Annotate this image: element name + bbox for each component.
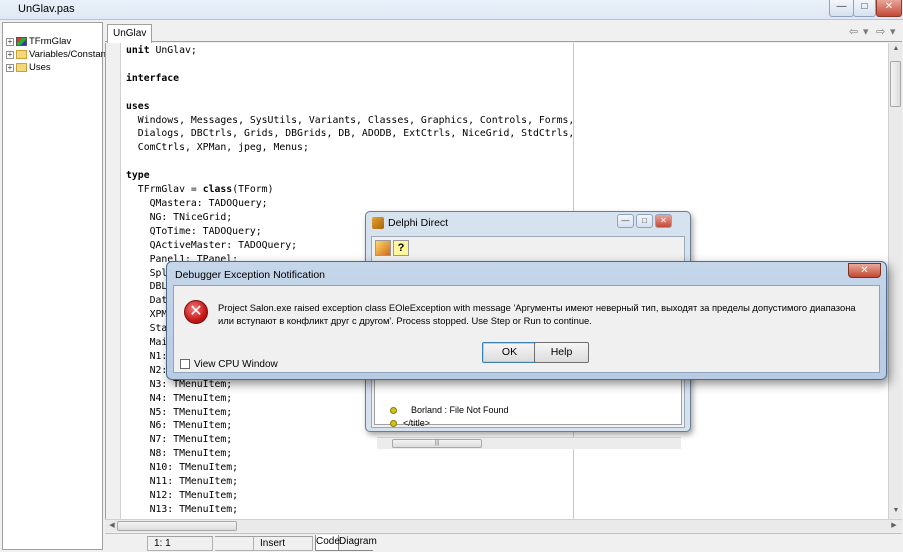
code-explorer-panel[interactable]: + TFrmGlav + Variables/Constants + Uses xyxy=(2,22,113,550)
status-spacer xyxy=(215,536,257,551)
dropdown-icon[interactable]: ▾ xyxy=(890,25,896,38)
back-arrow-icon[interactable]: ⇦ xyxy=(849,25,858,38)
form-icon xyxy=(16,37,27,46)
code-line[interactable]: Dialogs, DBCtrls, Grids, DBGrids, DB, AD… xyxy=(126,127,574,141)
maximize-button[interactable]: □ xyxy=(853,0,876,17)
dd-close-button[interactable]: ✕ xyxy=(655,214,672,228)
dd-maximize-button[interactable]: □ xyxy=(636,214,653,228)
list-item[interactable]: Borland : File Not Found xyxy=(390,405,509,415)
code-line[interactable]: N12: TMenuItem; xyxy=(126,489,574,503)
status-dot-icon xyxy=(390,407,397,415)
close-button[interactable]: ✕ xyxy=(876,0,902,17)
tree-item-label: Uses xyxy=(29,62,51,73)
refresh-icon[interactable] xyxy=(375,240,391,256)
view-cpu-window-checkbox[interactable]: View CPU Window xyxy=(180,359,278,370)
code-line[interactable]: TFrmGlav = class(TForm) xyxy=(126,183,574,197)
code-line[interactable]: N10: TMenuItem; xyxy=(126,461,574,475)
minimize-icon: — xyxy=(836,1,847,12)
editor-tabstrip: UnGlav ⇦ ▾ ⇨ ▾ xyxy=(105,22,902,43)
ok-button[interactable]: OK xyxy=(482,342,537,363)
window-title: UnGlav.pas xyxy=(18,3,75,15)
list-item-text: Borland : File Not Found xyxy=(411,405,509,415)
code-line[interactable]: Windows, Messages, SysUtils, Variants, C… xyxy=(126,114,574,128)
folder-icon xyxy=(16,63,27,72)
tree-item-label: Variables/Constants xyxy=(29,49,114,60)
folder-icon xyxy=(16,50,27,59)
help-icon[interactable]: ? xyxy=(393,240,409,256)
tab-code[interactable]: Code xyxy=(315,535,340,551)
cursor-position: 1: 1 xyxy=(147,536,213,551)
exception-message: Project Salon.exe raised exception class… xyxy=(218,302,856,326)
checkbox-box[interactable] xyxy=(180,359,190,370)
close-icon: ✕ xyxy=(884,1,894,12)
code-line[interactable]: ComCtrls, XPMan, jpeg, Menus; xyxy=(126,141,574,155)
tree-item-uses[interactable]: + Uses xyxy=(6,62,51,75)
scroll-down-icon[interactable]: ▼ xyxy=(889,507,903,514)
code-line[interactable]: uses xyxy=(126,100,574,114)
help-button[interactable]: Help xyxy=(534,342,589,363)
code-line[interactable] xyxy=(126,155,574,169)
dd-scroll-thumb[interactable]: ||| xyxy=(392,439,482,448)
minimize-button[interactable]: — xyxy=(829,0,854,17)
exception-dialog[interactable]: Debugger Exception Notification ✕ ✕ Proj… xyxy=(166,261,887,380)
code-line[interactable]: interface xyxy=(126,72,574,86)
dialog-title: Debugger Exception Notification xyxy=(175,269,326,281)
scroll-up-icon[interactable]: ▲ xyxy=(889,45,903,52)
delphi-direct-icon xyxy=(372,217,384,229)
tab-diagram[interactable]: Diagram xyxy=(339,535,377,551)
dialog-close-button[interactable]: ✕ xyxy=(848,263,881,278)
dialog-body: ✕ Project Salon.exe raised exception cla… xyxy=(173,285,880,373)
expand-icon[interactable]: + xyxy=(6,37,14,46)
code-line[interactable] xyxy=(126,86,574,100)
insert-mode: Insert xyxy=(253,536,313,551)
error-icon: ✕ xyxy=(184,300,208,324)
checkbox-label: View CPU Window xyxy=(194,359,278,370)
tree-item-variables-constants[interactable]: + Variables/Constants xyxy=(6,49,113,62)
vertical-scroll-thumb[interactable] xyxy=(890,61,901,107)
code-line[interactable]: type xyxy=(126,169,574,183)
scroll-right-icon[interactable]: ▶ xyxy=(887,521,901,529)
vertical-scrollbar[interactable]: ▲ ▼ xyxy=(888,43,902,519)
dd-minimize-button[interactable]: — xyxy=(617,214,634,228)
dropdown-icon[interactable]: ▾ xyxy=(863,25,869,38)
horizontal-scrollbar[interactable]: ◀ ▶ xyxy=(105,519,902,532)
horizontal-scroll-thumb[interactable] xyxy=(117,521,237,531)
expand-icon[interactable]: + xyxy=(6,50,14,59)
editor-gutter[interactable] xyxy=(106,43,121,519)
dd-horizontal-scrollbar[interactable]: ||| xyxy=(377,437,681,449)
delphi-direct-title: Delphi Direct xyxy=(388,217,449,229)
maximize-icon: □ xyxy=(861,1,868,12)
code-line[interactable]: QMastera: TADOQuery; xyxy=(126,197,574,211)
tab-unglav[interactable]: UnGlav xyxy=(107,24,153,43)
status-dot-icon xyxy=(390,420,397,428)
window-titlebar[interactable]: UnGlav.pas — □ ✕ xyxy=(0,0,903,20)
tree-item-label: TFrmGlav xyxy=(29,36,72,47)
forward-arrow-icon[interactable]: ⇨ xyxy=(876,25,885,38)
code-line[interactable]: N13: TMenuItem; xyxy=(126,503,574,517)
code-line[interactable]: N8: TMenuItem; xyxy=(126,447,574,461)
status-bar: 1: 1 Insert Code Diagram xyxy=(105,533,902,552)
code-line[interactable]: unit UnGlav; xyxy=(126,44,574,58)
tree-item-tfrmglav[interactable]: + TFrmGlav xyxy=(6,36,71,49)
expand-icon[interactable]: + xyxy=(6,63,14,72)
list-item-text: </title> xyxy=(403,418,431,428)
list-item[interactable]: </title> xyxy=(390,418,430,428)
code-line[interactable]: N11: TMenuItem; xyxy=(126,475,574,489)
code-line[interactable] xyxy=(126,58,574,72)
